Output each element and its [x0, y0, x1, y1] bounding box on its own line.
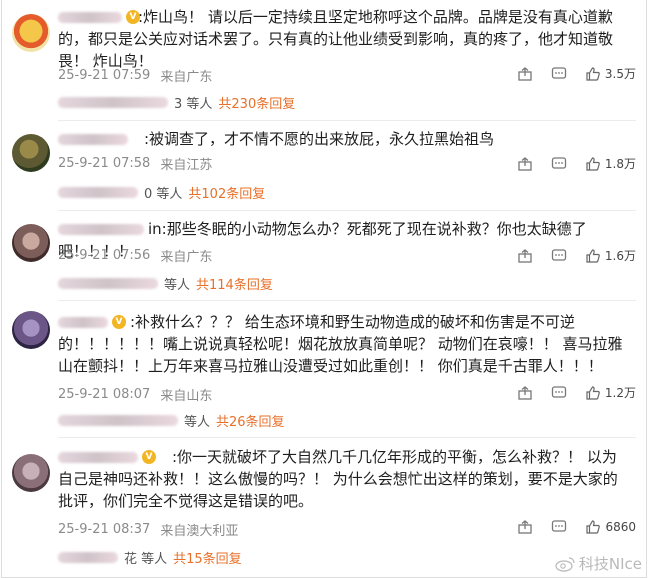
like-button[interactable]: 1.6万 [585, 247, 636, 264]
like-count: 6860 [605, 520, 636, 534]
like-count: 1.8万 [604, 157, 636, 171]
avatar[interactable] [12, 454, 50, 492]
reply-summary[interactable]: 3 等人 共230条回复 [58, 93, 295, 112]
comment-item: V :炸山鸟！ 请以后一定持续且坚定地称呼这个品牌。品牌是没有真心道歉的，都只是… [2, 6, 648, 116]
comment-icon[interactable] [551, 519, 567, 535]
reply-users: 等人 [164, 278, 191, 293]
comment-meta: 25-9-21 07:58 来自江苏 [58, 154, 212, 173]
comment-text: :被调查了，才不情不愿的出来放屁，永久拉黑始祖鸟 [144, 130, 495, 148]
share-icon[interactable] [517, 385, 533, 401]
avatar[interactable] [12, 14, 50, 52]
watermark-text: 科技NIce [578, 555, 642, 573]
like-button[interactable]: 1.8万 [585, 155, 636, 172]
share-icon[interactable] [517, 156, 533, 172]
divider [58, 437, 636, 438]
reply-users: 0 等人 [144, 187, 183, 202]
reply-count-link[interactable]: 共230条回复 [218, 93, 295, 112]
reply-count-link[interactable]: 共15条回复 [173, 548, 242, 567]
share-icon[interactable] [517, 248, 533, 264]
like-icon [586, 248, 600, 263]
comment-time: 25-9-21 08:37 [58, 522, 151, 537]
share-icon[interactable] [517, 66, 533, 82]
avatar[interactable] [12, 224, 50, 262]
comment-item: :被调查了，才不情不愿的出来放屁，永久拉黑始祖鸟 25-9-21 07:58 来… [2, 128, 648, 210]
comment-meta: 25-9-21 08:37 来自澳大利亚 [58, 520, 238, 539]
comment-location: 来自江苏 [160, 158, 213, 173]
comment-location: 来自山东 [160, 389, 213, 404]
comment-location: 来自广东 [160, 250, 213, 265]
reply-summary[interactable]: 等人 共114条回复 [58, 274, 273, 293]
comment-meta: 25-9-21 08:07 来自山东 [58, 385, 212, 404]
comment-icon[interactable] [551, 66, 567, 82]
comment-item: in:那些冬眠的小动物怎么办？死都死了现在说补救？你也太缺德了吧！！！！ 25-… [2, 218, 648, 296]
comment-time: 25-9-21 07:58 [58, 156, 151, 171]
comment-time: 25-9-21 08:07 [58, 387, 151, 402]
reply-summary[interactable]: 等人 共26条回复 [58, 411, 285, 430]
reply-users: 3 等人 [174, 97, 213, 112]
comment-location: 来自澳大利亚 [160, 524, 239, 539]
like-icon [586, 156, 600, 171]
divider [58, 210, 636, 211]
comment-meta: 25-9-21 07:56 来自广东 [58, 246, 212, 265]
like-button[interactable]: 3.5万 [585, 65, 636, 82]
divider [58, 120, 636, 121]
like-icon [586, 520, 601, 534]
comment-actions: 3.5万 [517, 65, 636, 82]
reply-count-link[interactable]: 共114条回复 [196, 274, 273, 293]
like-icon [586, 385, 600, 400]
like-button[interactable]: 1.2万 [585, 384, 636, 401]
comment-text: :炸山鸟！ 请以后一定持续且坚定地称呼这个品牌。品牌是没有真心道歉的，都只是公关… [58, 8, 614, 70]
avatar[interactable] [12, 311, 50, 349]
comment-location: 来自广东 [160, 70, 213, 85]
reply-users: 花 等人 [124, 552, 168, 567]
comment-text: :补救什么？？？ 给生态环境和野生动物造成的破坏和伤害是不可逆的！！！！！！嘴上… [58, 313, 623, 375]
share-icon[interactable] [517, 519, 533, 535]
comment-list: V :炸山鸟！ 请以后一定持续且坚定地称呼这个品牌。品牌是没有真心道歉的，都只是… [1, 0, 647, 578]
comment-actions: 6860 [517, 519, 636, 535]
like-count: 1.2万 [604, 386, 636, 400]
comment-item: V :你一天就破坏了大自然几千几亿年形成的平衡，怎么补救？！ 以为自己是神吗还补… [2, 446, 648, 571]
weibo-logo-icon [555, 556, 575, 572]
reply-users: 等人 [184, 415, 211, 430]
like-button[interactable]: 6860 [585, 519, 636, 535]
like-icon [586, 66, 600, 81]
comment-time: 25-9-21 07:59 [58, 68, 151, 83]
reply-count-link[interactable]: 共26条回复 [216, 411, 285, 430]
comment-time: 25-9-21 07:56 [58, 248, 151, 263]
reply-summary[interactable]: 花 等人 共15条回复 [58, 548, 242, 567]
comment-text: :你一天就破坏了大自然几千几亿年形成的平衡，怎么补救？！ 以为自己是神吗还补救！… [58, 448, 618, 510]
comment-item: V :补救什么？？？ 给生态环境和野生动物造成的破坏和伤害是不可逆的！！！！！！… [2, 311, 648, 433]
comment-icon[interactable] [551, 248, 567, 264]
comment-actions: 1.8万 [517, 155, 636, 172]
comment-actions: 1.6万 [517, 247, 636, 264]
comment-meta: 25-9-21 07:59 来自广东 [58, 66, 212, 85]
comment-icon[interactable] [551, 385, 567, 401]
like-count: 1.6万 [604, 249, 636, 263]
reply-count-link[interactable]: 共102条回复 [188, 183, 265, 202]
watermark: 科技NIce [555, 553, 642, 574]
reply-summary[interactable]: 0 等人 共102条回复 [58, 183, 265, 202]
divider [58, 300, 636, 301]
comment-icon[interactable] [551, 156, 567, 172]
comment-actions: 1.2万 [517, 384, 636, 401]
like-count: 3.5万 [604, 67, 636, 81]
avatar[interactable] [12, 134, 50, 172]
